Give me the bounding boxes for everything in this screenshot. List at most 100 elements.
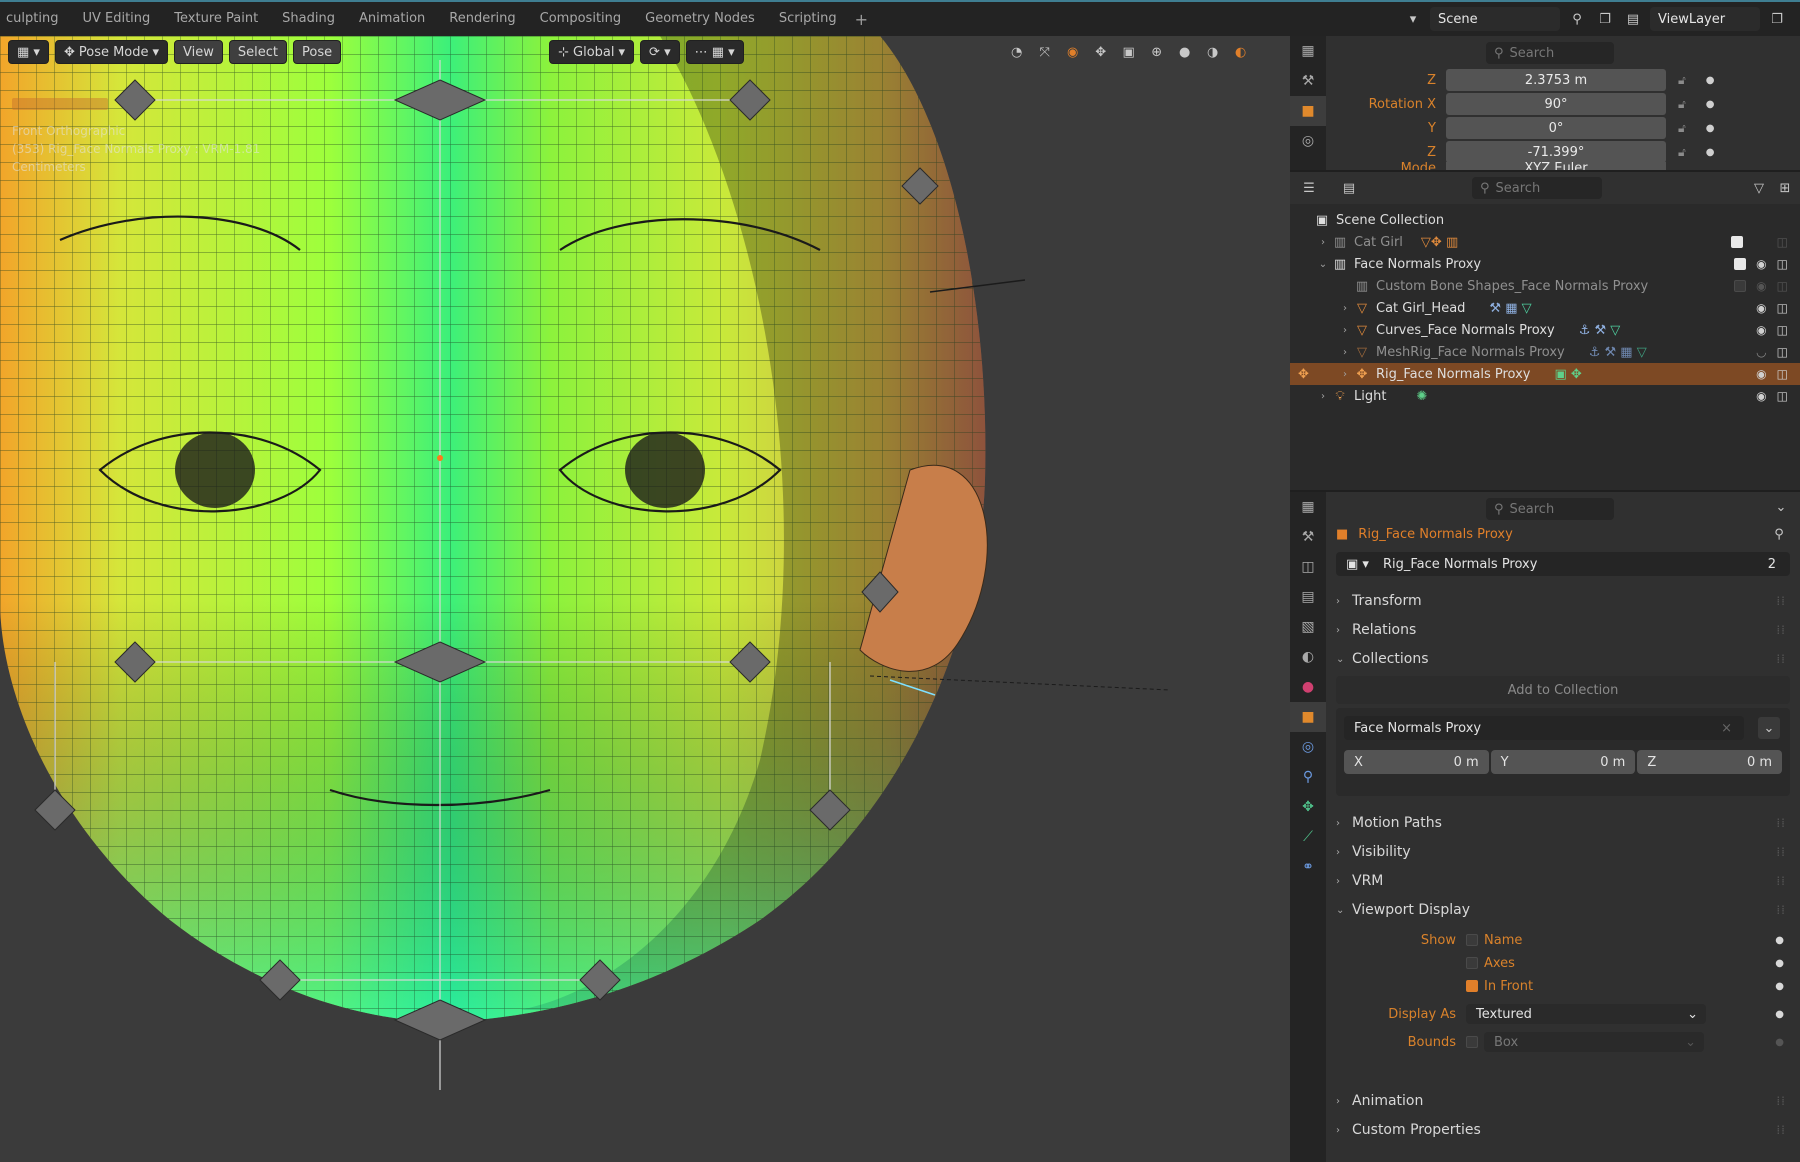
tab-uv-editing[interactable]: UV Editing: [70, 1, 162, 37]
transform-orientation-selector[interactable]: ⊹ Global ▾: [549, 40, 635, 64]
drag-handle-icon[interactable]: ⁞⁞: [1776, 652, 1786, 666]
tool-tab-icon[interactable]: ⚒: [1290, 66, 1326, 96]
offset-z-field[interactable]: Z 0 m: [1637, 750, 1783, 774]
keyframe-dot-icon[interactable]: ●: [1775, 1037, 1784, 1048]
bounds-dropdown[interactable]: Box ⌄: [1484, 1032, 1704, 1052]
section-custom-properties[interactable]: › Custom Properties ⁞⁞: [1326, 1117, 1800, 1143]
drag-handle-icon[interactable]: ⁞⁞: [1776, 874, 1786, 888]
rotation-x-field[interactable]: 90°: [1446, 93, 1666, 115]
overlays-icon[interactable]: ◉: [1062, 41, 1084, 63]
lock-icon[interactable]: 🔓︎: [1678, 73, 1686, 88]
drag-handle-icon[interactable]: ⁞⁞: [1776, 1123, 1786, 1137]
eye-icon[interactable]: ◉: [1756, 389, 1766, 403]
outliner-item-cat-girl[interactable]: › ▥ Cat Girl ▽✥ ▥ ◫: [1290, 231, 1800, 253]
camera-icon[interactable]: ◫: [1777, 367, 1788, 381]
drag-handle-icon[interactable]: ⁞⁞: [1776, 623, 1786, 637]
expand-arrow-icon[interactable]: ›: [1338, 303, 1352, 314]
menu-select[interactable]: Select: [228, 40, 288, 64]
section-animation[interactable]: › Animation ⁞⁞: [1326, 1088, 1800, 1114]
camera-icon[interactable]: ◫: [1777, 323, 1788, 337]
drag-handle-icon[interactable]: ⁞⁞: [1776, 816, 1786, 830]
rotation-z-field[interactable]: -71.399°: [1446, 141, 1666, 163]
drag-handle-icon[interactable]: ⁞⁞: [1776, 1094, 1786, 1108]
keyframe-dot-icon[interactable]: ●: [1706, 147, 1715, 158]
editor-type-button[interactable]: ▦ ▾: [8, 40, 49, 64]
outliner-search[interactable]: ⚲ Search: [1472, 177, 1602, 199]
drag-handle-icon[interactable]: ⁞⁞: [1776, 903, 1786, 917]
offset-y-field[interactable]: Y 0 m: [1490, 750, 1636, 774]
outliner-item-light[interactable]: › 💡︎ Light ✺ ◉ ◫: [1290, 385, 1800, 407]
camera-icon[interactable]: ◫: [1777, 389, 1788, 403]
camera-icon[interactable]: ◫: [1777, 257, 1788, 271]
scene-collection-row[interactable]: ▣ Scene Collection: [1290, 209, 1800, 231]
outliner-item-custom-bone-shapes[interactable]: ▥ Custom Bone Shapes_Face Normals Proxy …: [1290, 275, 1800, 297]
exclude-checkbox[interactable]: [1734, 280, 1747, 292]
keyframe-dot-icon[interactable]: ●: [1706, 75, 1715, 86]
physics-tab-icon[interactable]: ⚲: [1290, 762, 1326, 792]
outliner-item-meshrig-face-normals-proxy[interactable]: › ▽ MeshRig_Face Normals Proxy ⚓ ⚒ ▦ ▽ ◡…: [1290, 341, 1800, 363]
exclude-checkbox[interactable]: [1734, 258, 1747, 270]
section-transform[interactable]: › Transform ⁞⁞: [1326, 588, 1800, 614]
remove-icon[interactable]: ×: [1721, 721, 1732, 736]
keyframe-dot-icon[interactable]: ●: [1706, 99, 1715, 110]
viewlayer-icon[interactable]: ▤: [1622, 8, 1644, 30]
pin-icon[interactable]: ⚲: [1768, 523, 1790, 545]
xray-icon[interactable]: ▣: [1118, 41, 1140, 63]
object-name-field[interactable]: ▣ ▾ Rig_Face Normals Proxy 2: [1336, 552, 1790, 576]
tab-shading[interactable]: Shading: [270, 1, 347, 37]
add-workspace-button[interactable]: +: [849, 10, 874, 29]
keyframe-dot-icon[interactable]: ●: [1706, 123, 1715, 134]
tab-scripting[interactable]: Scripting: [767, 1, 849, 37]
drag-handle-icon[interactable]: ⁞⁞: [1776, 845, 1786, 859]
menu-view[interactable]: View: [174, 40, 223, 64]
section-motion-paths[interactable]: › Motion Paths ⁞⁞: [1326, 810, 1800, 836]
display-mode-icon[interactable]: ▤: [1338, 177, 1360, 199]
outliner-item-curves-face-normals-proxy[interactable]: › ▽ Curves_Face Normals Proxy ⚓ ⚒ ▽ ◉ ◫: [1290, 319, 1800, 341]
collection-name-field[interactable]: Face Normals Proxy ×: [1344, 716, 1744, 740]
expand-arrow-icon[interactable]: ›: [1338, 369, 1352, 380]
collapse-arrow-icon[interactable]: ⌄: [1316, 259, 1330, 270]
pin-icon[interactable]: ⚲: [1566, 8, 1588, 30]
keyframe-dot-icon[interactable]: ●: [1775, 981, 1784, 992]
rotation-mode-field[interactable]: XYZ Euler: [1446, 162, 1666, 170]
3d-viewport[interactable]: ▦ ▾ ✥ Pose Mode ▾ View Select Pose ⊹ Glo…: [0, 36, 1290, 1162]
location-z-field[interactable]: 2.3753 m: [1446, 69, 1666, 91]
in-front-checkbox[interactable]: [1466, 980, 1478, 992]
camera-icon[interactable]: ◫: [1777, 235, 1788, 249]
tab-geometry-nodes[interactable]: Geometry Nodes: [633, 1, 767, 37]
editor-type-icon[interactable]: ☰: [1298, 177, 1320, 199]
bounds-checkbox[interactable]: [1466, 1036, 1478, 1048]
exclude-checkbox[interactable]: [1730, 236, 1743, 248]
editor-type-icon[interactable]: ▦: [1290, 492, 1326, 522]
tab-sculpting[interactable]: culpting: [0, 1, 70, 37]
keyframe-dot-icon[interactable]: ●: [1775, 958, 1784, 969]
gizmo-toggle-icon[interactable]: ⤧: [1034, 41, 1056, 63]
modifier-tab-icon[interactable]: ◎: [1290, 732, 1326, 762]
camera-icon[interactable]: ◫: [1777, 301, 1788, 315]
view-object-types-icon[interactable]: ◔: [1006, 41, 1028, 63]
output-tab-icon[interactable]: ▤: [1290, 582, 1326, 612]
section-relations[interactable]: › Relations ⁞⁞: [1326, 617, 1800, 643]
scene-icon[interactable]: ▾: [1402, 8, 1424, 30]
snap-button[interactable]: ⋯ ▦ ▾: [685, 40, 744, 64]
expand-arrow-icon[interactable]: ›: [1316, 391, 1330, 402]
world-tab-icon[interactable]: ●: [1290, 672, 1326, 702]
expand-arrow-icon[interactable]: ›: [1338, 347, 1352, 358]
properties-top-search[interactable]: ⚲ Search: [1486, 42, 1614, 64]
offset-x-field[interactable]: X 0 m: [1344, 750, 1489, 774]
scene-tab-icon[interactable]: ◐: [1290, 642, 1326, 672]
axes-checkbox[interactable]: [1466, 957, 1478, 969]
viewlayer-selector[interactable]: ViewLayer: [1650, 7, 1760, 31]
object-tab-icon[interactable]: ■: [1290, 702, 1326, 732]
mode-selector[interactable]: ✥ Pose Mode ▾: [54, 40, 169, 64]
filter-icon[interactable]: ▽: [1748, 177, 1770, 199]
expand-arrow-icon[interactable]: ›: [1316, 237, 1330, 248]
properties-search[interactable]: ⚲ Search: [1486, 498, 1614, 520]
rendered-shading-icon[interactable]: ◐: [1230, 41, 1252, 63]
eye-icon[interactable]: ◉: [1756, 257, 1766, 271]
bone-constraint-tab-icon[interactable]: ⚭: [1290, 852, 1326, 882]
outliner-item-face-normals-proxy[interactable]: ⌄ ▥ Face Normals Proxy ◉ ◫: [1290, 253, 1800, 275]
chevron-down-icon[interactable]: ⌄: [1770, 496, 1792, 518]
keyframe-dot-icon[interactable]: ●: [1775, 935, 1784, 946]
eye-hidden-icon[interactable]: ◡: [1756, 345, 1766, 359]
